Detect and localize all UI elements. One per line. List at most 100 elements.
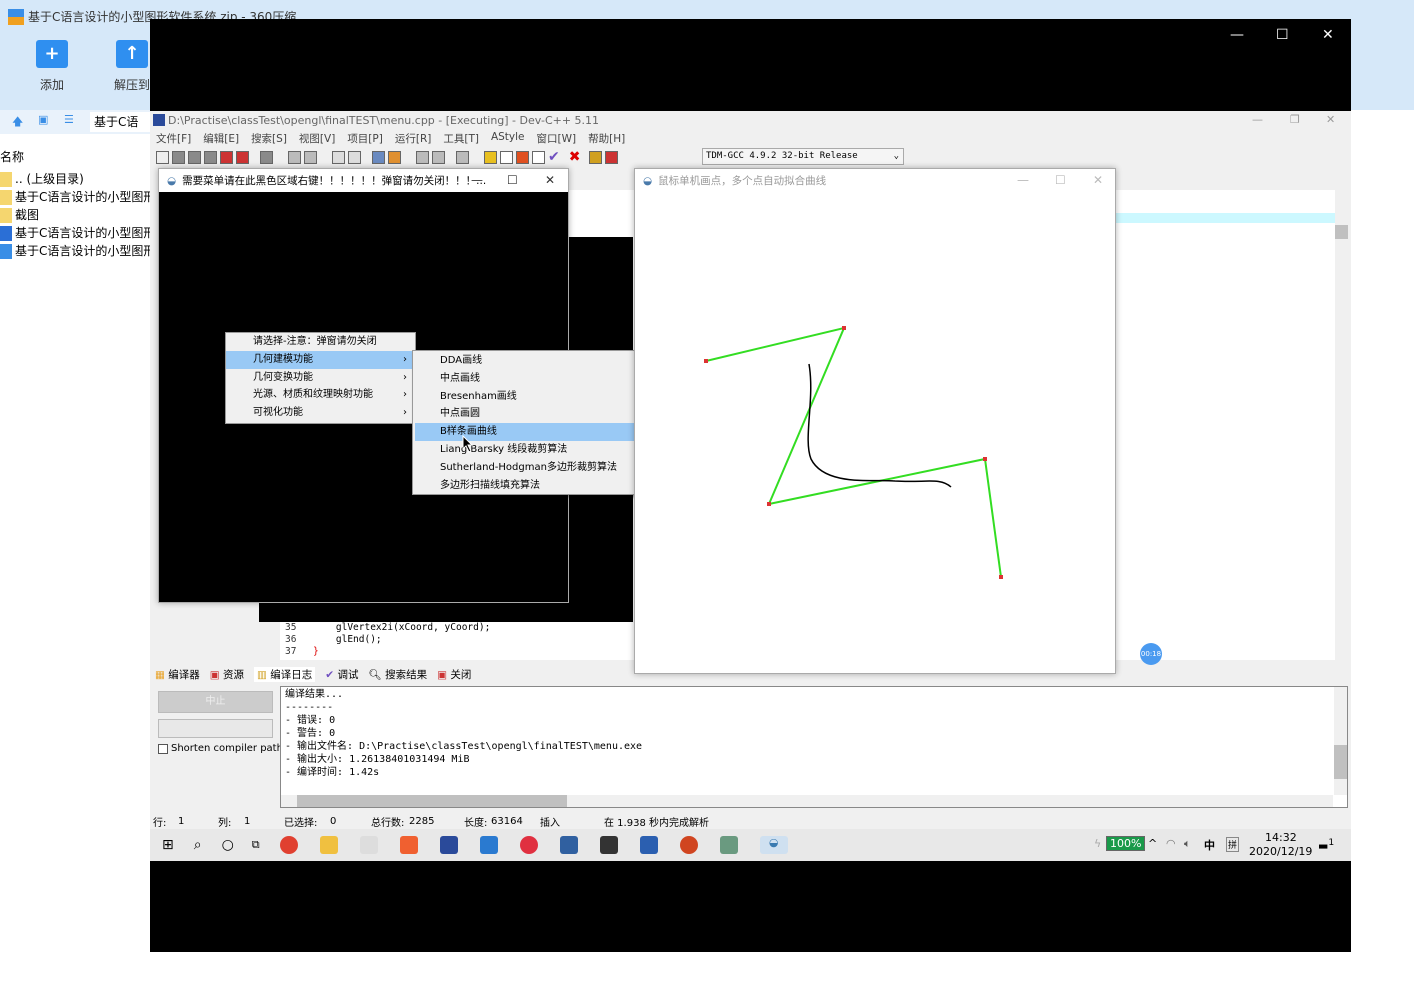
tab-compiler[interactable]: ▦ 编译器 (155, 667, 200, 682)
compile-run-icon[interactable] (516, 150, 529, 164)
ime-indicator[interactable]: 中 (1204, 837, 1215, 853)
shorten-paths-checkbox[interactable]: Shorten compiler paths (158, 743, 288, 754)
menu-tools[interactable]: 工具[T] (443, 131, 479, 146)
redo-icon[interactable] (304, 150, 317, 164)
horizontal-scrollbar[interactable] (281, 795, 1333, 807)
volume-icon[interactable]: 🔈︎ (1184, 837, 1191, 851)
windows-start-icon[interactable]: ⊞ (162, 837, 174, 853)
indent-icon[interactable] (372, 150, 385, 164)
delete-profile-icon[interactable] (605, 150, 619, 164)
virtualbox-icon[interactable] (559, 836, 578, 854)
list-icon[interactable]: ☰ (64, 113, 74, 126)
file-item[interactable]: 基于C语言设计的小型图形软件系统.docx (0, 224, 150, 242)
stop-icon[interactable]: ✖ (569, 149, 581, 165)
menu-item-geometry-modeling[interactable]: 几何建模功能 › (226, 350, 415, 369)
devcpp-minimize-icon[interactable]: — (1252, 113, 1263, 126)
replace-icon[interactable] (348, 150, 361, 164)
task-view-icon[interactable]: ⧉ (252, 838, 260, 852)
close-icon[interactable]: ✕ (1322, 27, 1334, 43)
chevron-up-icon[interactable]: ^ (1148, 837, 1157, 850)
submenu-item[interactable]: Liang-Barsky 线段裁剪算法 (413, 441, 652, 459)
cortana-icon[interactable]: ○ (222, 837, 234, 853)
tab-resources[interactable]: ▣ 资源 (210, 667, 244, 682)
search-icon[interactable]: ⌕ (194, 837, 202, 853)
unindent-icon[interactable] (388, 150, 401, 164)
notification-icon[interactable]: ▬1 (1318, 837, 1334, 853)
submenu-item[interactable]: Sutherland-Hodgman多边形裁剪算法 (413, 459, 652, 477)
goto-icon[interactable] (456, 150, 469, 164)
vertical-scrollbar[interactable] (1334, 687, 1347, 795)
submenu-item[interactable]: 多边形扫描线填充算法 (413, 477, 652, 495)
explorer-icon[interactable] (319, 836, 338, 854)
menu-window[interactable]: 窗口[W] (537, 131, 577, 146)
word-icon[interactable] (639, 836, 658, 854)
open-icon[interactable] (172, 150, 185, 164)
menu-help[interactable]: 帮助[H] (588, 131, 625, 146)
compiler-select[interactable]: TDM-GCC 4.9.2 32-bit Release ⌄ (702, 148, 904, 165)
save-all-icon[interactable] (204, 150, 217, 164)
up-icon[interactable]: 🡅 (12, 113, 23, 132)
file-item[interactable]: 基于C语言设计的小型图形软件系统 (0, 188, 150, 206)
minimize-icon[interactable]: — (471, 173, 483, 187)
maximize-icon[interactable]: ☐ (1276, 27, 1289, 43)
bookmark2-icon[interactable] (432, 150, 445, 164)
tab-compile-log[interactable]: ▥ 编译日志 (254, 667, 316, 682)
stop-button[interactable]: 中止 (158, 691, 273, 713)
wifi-icon[interactable]: ◠ (1166, 837, 1176, 850)
menu-view[interactable]: 视图[V] (299, 131, 335, 146)
clock-date[interactable]: 2020/12/19 (1249, 845, 1312, 858)
close-icon[interactable]: ✕ (545, 173, 555, 187)
submenu-item[interactable]: DDA画线 (413, 352, 652, 370)
menu-run[interactable]: 运行[R] (395, 131, 432, 146)
tab-debug[interactable]: ✔ 调试 (325, 667, 358, 682)
powerpoint-icon[interactable] (679, 836, 698, 854)
menu-item-lighting[interactable]: 光源、材质和纹理映射功能 › (226, 386, 415, 404)
recording-timer[interactable]: 00:18 (1140, 643, 1162, 665)
maximize-icon[interactable]: ☐ (507, 173, 518, 187)
submenu-item[interactable]: 中点画线 (413, 370, 652, 388)
file-item[interactable]: 基于C语言设计的小型图形软件系统.exe (0, 242, 150, 260)
menu-item-geometry-transform[interactable]: 几何变换功能 › (226, 369, 415, 387)
close-all-icon[interactable] (236, 150, 249, 164)
profile-icon[interactable] (589, 150, 603, 164)
close-file-icon[interactable] (220, 150, 233, 164)
battery-indicator[interactable]: 100% (1106, 836, 1146, 851)
clock-time[interactable]: 14:32 (1265, 831, 1297, 844)
ime-mode[interactable]: 拼 (1226, 837, 1240, 852)
print-icon[interactable] (260, 150, 273, 164)
menu-edit[interactable]: 编辑[E] (203, 131, 239, 146)
tab-close[interactable]: ▣ 关闭 (437, 667, 471, 682)
syntax-check-icon[interactable]: ✔ (548, 149, 560, 165)
app-icon[interactable] (599, 836, 618, 854)
view-icon[interactable]: ▣ (38, 113, 48, 126)
compile-icon[interactable] (484, 150, 497, 164)
vscode-icon[interactable] (479, 836, 498, 854)
editor-scrollbar[interactable] (1335, 213, 1348, 660)
devcpp-taskbar-icon[interactable] (439, 836, 458, 854)
file-item[interactable]: .. (上级目录) (0, 170, 150, 188)
save-icon[interactable] (188, 150, 201, 164)
glut-app-icon[interactable]: ◒ (759, 836, 788, 854)
menu-project[interactable]: 项目[P] (347, 131, 383, 146)
column-name-header[interactable]: 名称 (0, 148, 24, 165)
bookmark-icon[interactable] (416, 150, 429, 164)
file-item[interactable]: 截图 (0, 206, 150, 224)
drawing-canvas[interactable] (635, 169, 1117, 675)
menu-astyle[interactable]: AStyle (491, 131, 525, 146)
run-icon[interactable] (500, 150, 513, 164)
find-icon[interactable] (332, 150, 345, 164)
submenu-item-bspline[interactable]: B样条画曲线 (415, 423, 650, 441)
chrome-icon[interactable] (279, 836, 298, 854)
devcpp-restore-icon[interactable]: ❐ (1290, 113, 1300, 126)
path-field[interactable]: 基于C语 (90, 112, 150, 132)
menu-item-visualization[interactable]: 可视化功能 › (226, 404, 415, 422)
app-icon[interactable] (719, 836, 738, 854)
compile-log[interactable]: 编译结果... -------- - 错误: 0- 警告: 0- 输出文件名: D:… (280, 686, 1348, 808)
rebuild-icon[interactable] (532, 150, 545, 164)
new-icon[interactable] (156, 150, 169, 164)
typora-icon[interactable] (359, 836, 378, 854)
git-icon[interactable] (399, 836, 418, 854)
menu-search[interactable]: 搜索[S] (251, 131, 287, 146)
netease-icon[interactable] (519, 836, 538, 854)
minimize-icon[interactable]: — (1230, 27, 1244, 43)
